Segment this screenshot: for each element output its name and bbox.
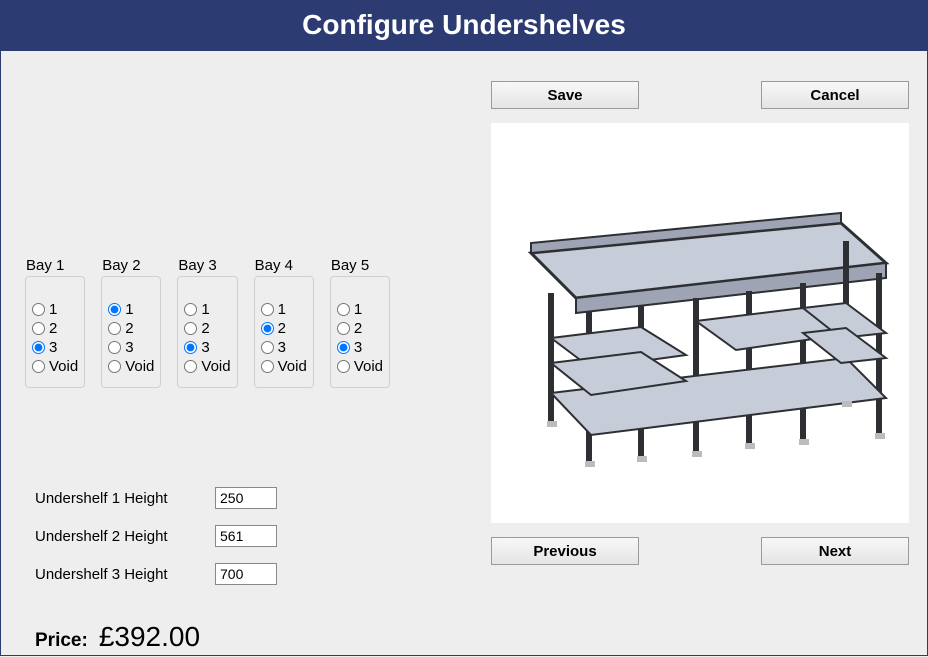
bay-2-legend: Bay 2 — [102, 257, 140, 274]
bay-2-option-1[interactable]: 1 — [108, 301, 154, 318]
undershelf-2-height-label: Undershelf 2 Height — [35, 528, 215, 545]
bay-2-radio-2[interactable] — [108, 322, 121, 335]
bay-4-option-3[interactable]: 3 — [261, 339, 307, 356]
bay-3-radio-3[interactable] — [184, 341, 197, 354]
bay-5-option-label: 1 — [354, 301, 362, 318]
bay-4-legend: Bay 4 — [255, 257, 293, 274]
bay-1-option-2[interactable]: 2 — [32, 320, 78, 337]
bay-3-option-1[interactable]: 1 — [184, 301, 230, 318]
next-button[interactable]: Next — [761, 537, 909, 565]
bay-5-option-2[interactable]: 2 — [337, 320, 383, 337]
bay-1-option-label: 3 — [49, 339, 57, 356]
bay-1-group: Bay 1123Void — [25, 276, 85, 388]
bay-3-radio-void[interactable] — [184, 360, 197, 373]
bay-5-legend: Bay 5 — [331, 257, 369, 274]
bay-1-radio-1[interactable] — [32, 303, 45, 316]
price-row: Price: £392.00 — [35, 621, 200, 653]
bay-4-option-label: 3 — [278, 339, 286, 356]
bay-3-option-label: 1 — [201, 301, 209, 318]
bay-4-radio-3[interactable] — [261, 341, 274, 354]
undershelf-1-height-row: Undershelf 1 Height — [35, 487, 277, 509]
bay-4-option-void[interactable]: Void — [261, 358, 307, 375]
bay-2-group: Bay 2123Void — [101, 276, 161, 388]
bay-5-option-void[interactable]: Void — [337, 358, 383, 375]
bay-3-option-2[interactable]: 2 — [184, 320, 230, 337]
bay-3-group: Bay 3123Void — [177, 276, 237, 388]
bay-2-option-label: 3 — [125, 339, 133, 356]
bay-1-option-3[interactable]: 3 — [32, 339, 78, 356]
bay-4-option-2[interactable]: 2 — [261, 320, 307, 337]
bay-1-legend: Bay 1 — [26, 257, 64, 274]
bay-4-radio-void[interactable] — [261, 360, 274, 373]
bay-2-radio-3[interactable] — [108, 341, 121, 354]
bay-5-option-label: Void — [354, 358, 383, 375]
undershelf-1-height-input[interactable] — [215, 487, 277, 509]
bay-1-option-label: 1 — [49, 301, 57, 318]
product-preview — [491, 123, 909, 523]
bay-4-radio-2[interactable] — [261, 322, 274, 335]
bay-3-radio-1[interactable] — [184, 303, 197, 316]
bay-3-option-label: 3 — [201, 339, 209, 356]
bay-2-option-2[interactable]: 2 — [108, 320, 154, 337]
undershelf-2-height-input[interactable] — [215, 525, 277, 547]
bay-5-option-label: 2 — [354, 320, 362, 337]
bay-4-option-1[interactable]: 1 — [261, 301, 307, 318]
bay-2-option-label: 2 — [125, 320, 133, 337]
bay-3-option-3[interactable]: 3 — [184, 339, 230, 356]
bay-4-group: Bay 4123Void — [254, 276, 314, 388]
bay-2-option-void[interactable]: Void — [108, 358, 154, 375]
bay-5-radio-3[interactable] — [337, 341, 350, 354]
price-label: Price: — [35, 630, 88, 651]
bay-3-option-label: 2 — [201, 320, 209, 337]
bay-2-option-3[interactable]: 3 — [108, 339, 154, 356]
bay-3-option-label: Void — [201, 358, 230, 375]
bay-1-option-1[interactable]: 1 — [32, 301, 78, 318]
undershelf-3-height-label: Undershelf 3 Height — [35, 566, 215, 583]
bay-5-option-label: 3 — [354, 339, 362, 356]
undershelf-2-height-row: Undershelf 2 Height — [35, 525, 277, 547]
bay-5-option-1[interactable]: 1 — [337, 301, 383, 318]
bay-1-option-label: Void — [49, 358, 78, 375]
bay-2-option-label: Void — [125, 358, 154, 375]
bay-4-option-label: 1 — [278, 301, 286, 318]
bay-3-radio-2[interactable] — [184, 322, 197, 335]
bay-5-group: Bay 5123Void — [330, 276, 390, 388]
page-title: Configure Undershelves — [1, 1, 927, 51]
bay-3-legend: Bay 3 — [178, 257, 216, 274]
bay-1-option-void[interactable]: Void — [32, 358, 78, 375]
bay-3-option-void[interactable]: Void — [184, 358, 230, 375]
undershelf-1-height-label: Undershelf 1 Height — [35, 490, 215, 507]
bay-4-radio-1[interactable] — [261, 303, 274, 316]
bay-1-radio-3[interactable] — [32, 341, 45, 354]
undershelf-3-height-input[interactable] — [215, 563, 277, 585]
bay-1-radio-2[interactable] — [32, 322, 45, 335]
bay-1-option-label: 2 — [49, 320, 57, 337]
bay-5-radio-2[interactable] — [337, 322, 350, 335]
bay-2-option-label: 1 — [125, 301, 133, 318]
undershelf-3-height-row: Undershelf 3 Height — [35, 563, 277, 585]
previous-button[interactable]: Previous — [491, 537, 639, 565]
bay-4-option-label: 2 — [278, 320, 286, 337]
bay-2-radio-1[interactable] — [108, 303, 121, 316]
cancel-button[interactable]: Cancel — [761, 81, 909, 109]
save-button[interactable]: Save — [491, 81, 639, 109]
bay-1-radio-void[interactable] — [32, 360, 45, 373]
bay-4-option-label: Void — [278, 358, 307, 375]
price-value: £392.00 — [99, 621, 200, 652]
bay-5-radio-1[interactable] — [337, 303, 350, 316]
bay-5-option-3[interactable]: 3 — [337, 339, 383, 356]
bay-2-radio-void[interactable] — [108, 360, 121, 373]
bay-5-radio-void[interactable] — [337, 360, 350, 373]
